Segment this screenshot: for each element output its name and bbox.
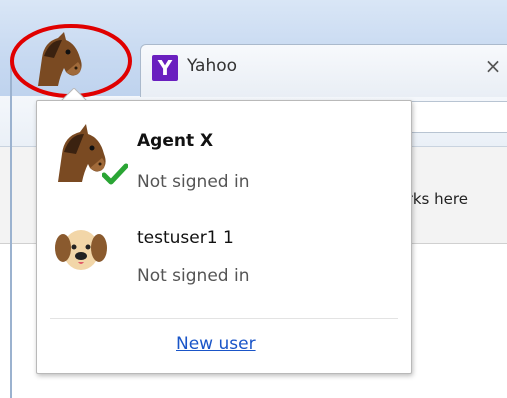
user-name-agent-x[interactable]: Agent X: [137, 131, 213, 151]
new-user-link[interactable]: New user: [176, 334, 256, 354]
checkmark-icon: [102, 163, 128, 185]
menu-divider: [50, 318, 398, 319]
user-status: Not signed in: [137, 266, 250, 286]
user-name-testuser1[interactable]: testuser1 1: [137, 228, 234, 248]
yahoo-favicon-icon: Y: [152, 55, 178, 81]
window-left-border: [10, 60, 12, 398]
tab-title: Yahoo: [187, 56, 238, 76]
tab-close-icon[interactable]: ×: [484, 54, 502, 78]
user-status: Not signed in: [137, 172, 250, 192]
dog-avatar-icon[interactable]: [53, 220, 109, 276]
